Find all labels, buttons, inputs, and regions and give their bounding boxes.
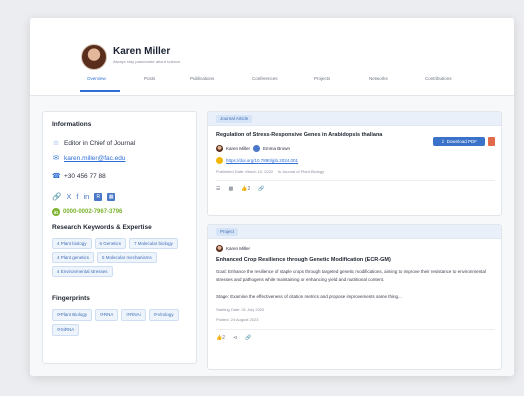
project-author: Karen Miller xyxy=(216,245,250,252)
author-name[interactable]: Emma Brown xyxy=(263,146,290,151)
x-icon[interactable]: X xyxy=(66,192,71,201)
fingerprint-label: RNAi xyxy=(130,312,141,317)
keyword-chips: 4 Plant biology 6 Genetics 7 Molecular b… xyxy=(52,238,192,277)
journal-name: In Journal of Plant Biology xyxy=(277,169,325,174)
orcid-row[interactable]: iD 0000-0002-7967-3796 xyxy=(52,208,122,216)
project-type-badge: Project xyxy=(216,227,239,236)
keywords-title: Research Keywords & Expertise xyxy=(52,224,152,231)
facebook-icon[interactable]: f xyxy=(76,192,78,201)
pdf-icon[interactable] xyxy=(488,137,495,146)
orcid-id[interactable]: 0000-0002-7967-3796 xyxy=(63,209,122,215)
divider xyxy=(216,329,495,330)
info-title: Informations xyxy=(52,121,92,128)
researchgate-icon[interactable]: R xyxy=(94,192,103,201)
email-row: ✉ karen.miller@fac.edu xyxy=(52,153,126,163)
profile-tagline: Always stay passionate about science. xyxy=(113,59,182,64)
fingerprint-chips: ⟳Plant Biology ⟳RNA ⟳RNAi ⟳Virology ⟳SiR… xyxy=(52,309,192,336)
divider xyxy=(216,180,495,181)
tab-publications[interactable]: Publications xyxy=(190,76,214,81)
author-name[interactable]: Karen Miller xyxy=(226,146,250,151)
article-title[interactable]: Regulation of Stress-Responsive Genes in… xyxy=(216,132,382,138)
tab-posts[interactable]: Posts xyxy=(144,76,155,81)
fingerprint-label: SiRNA xyxy=(60,327,75,332)
article-card: Journal Article Regulation of Stress-Res… xyxy=(207,111,502,216)
keyword-chip[interactable]: 7 Molecular biology xyxy=(129,238,178,249)
phone-text: +30 456 77 88 xyxy=(64,172,106,180)
role-row: ☆ Editor in Chief of Journal xyxy=(52,138,135,148)
profile-page: Karen Miller Always stay passionate abou… xyxy=(30,18,514,376)
published-date: Published Date: March 10, 2022 xyxy=(216,169,274,174)
share-icon[interactable]: ⊲ xyxy=(233,335,237,341)
fingerprint-label: Plant Biology xyxy=(60,312,88,317)
author-avatar xyxy=(216,245,223,252)
project-stage: Stage: Examine the effectiveness of cita… xyxy=(216,294,402,299)
author-avatar xyxy=(253,145,261,152)
project-title[interactable]: Enhanced Crop Resilience through Genetic… xyxy=(216,257,391,263)
fingerprint-label: Virology xyxy=(157,312,174,317)
profile-name: Karen Miller xyxy=(113,46,171,57)
doi-row: https://doi.org/10.7890/jpb.2024.001 xyxy=(216,157,298,164)
tab-overview[interactable]: Overview xyxy=(87,76,106,81)
orcid-icon: iD xyxy=(52,208,60,216)
keyword-chip[interactable]: 5 Molecular mechanisms xyxy=(97,252,157,263)
article-actions: ☰ ▩ 👍2 🔗 xyxy=(216,186,264,192)
active-tab-indicator xyxy=(80,90,120,92)
article-meta: Published Date: March 10, 2022 In Journa… xyxy=(216,169,324,174)
download-icon: ⇩ xyxy=(440,138,445,144)
project-card-header: Project xyxy=(208,225,501,239)
tab-conferences[interactable]: Conferences xyxy=(252,76,278,81)
keyword-chip[interactable]: 4 Environmental stresses xyxy=(52,266,113,277)
project-goal: Goal: Enhance the resilience of staple c… xyxy=(216,269,486,282)
doi-icon xyxy=(216,157,223,164)
link-icon[interactable]: 🔗 xyxy=(258,186,264,192)
chart-icon[interactable]: ▩ xyxy=(228,186,233,192)
tab-contributions[interactable]: Contributions xyxy=(425,76,452,81)
project-starting-date: Starting Date: 01 July 2020 xyxy=(216,307,265,312)
article-card-header: Journal Article xyxy=(208,112,501,126)
share-icon[interactable]: 🔗 xyxy=(52,192,61,201)
link-icon[interactable]: 🔗 xyxy=(245,335,251,341)
tab-networks[interactable]: Networks xyxy=(369,76,388,81)
keyword-chip[interactable]: 4 Plant biology xyxy=(52,238,92,249)
doi-link[interactable]: https://doi.org/10.7890/jpb.2024.001 xyxy=(226,158,298,163)
list-icon[interactable]: ☰ xyxy=(216,186,220,192)
linkedin-icon[interactable]: in xyxy=(83,192,89,201)
social-links: 🔗 X f in R ▦ xyxy=(52,192,116,201)
download-label: Download PDF xyxy=(446,139,478,144)
article-type-badge: Journal Article xyxy=(216,114,253,123)
tab-projects[interactable]: Projects xyxy=(314,76,330,81)
scholar-icon[interactable]: ▦ xyxy=(107,192,116,201)
like-button[interactable]: 👍2 xyxy=(216,335,225,341)
fingerprint-chip[interactable]: ⟳Virology xyxy=(148,309,179,321)
keyword-chip[interactable]: 6 Genetics xyxy=(94,238,127,249)
project-actions: 👍2 ⊲ 🔗 xyxy=(216,335,251,341)
project-posted-date: Posted: 24 August 2023 xyxy=(216,317,259,322)
phone-row: ☎ +30 456 77 88 xyxy=(52,171,106,181)
fingerprint-chip[interactable]: ⟳Plant Biology xyxy=(52,309,93,321)
phone-icon: ☎ xyxy=(52,173,61,180)
mail-icon: ✉ xyxy=(53,155,59,162)
like-count: 2 xyxy=(222,335,226,341)
avatar[interactable] xyxy=(81,44,107,70)
trophy-icon: ☆ xyxy=(52,140,60,147)
role-text: Editor in Chief of Journal xyxy=(64,139,136,147)
profile-header: Karen Miller Always stay passionate abou… xyxy=(30,18,514,96)
fingerprints-title: Fingerprints xyxy=(52,295,90,302)
author-avatar xyxy=(216,145,223,152)
fingerprint-chip[interactable]: ⟳RNA xyxy=(95,309,119,321)
profile-tabs: Overview Posts Publications Conferences … xyxy=(30,76,514,90)
keyword-chip[interactable]: 4 Plant genetics xyxy=(52,252,95,263)
download-pdf-button[interactable]: ⇩ Download PDF xyxy=(433,137,485,146)
article-authors: Karen Miller Emma Brown xyxy=(216,145,290,152)
info-card: Informations ☆ Editor in Chief of Journa… xyxy=(42,111,197,364)
email-link[interactable]: karen.miller@fac.edu xyxy=(64,155,126,162)
fingerprint-chip[interactable]: ⟳RNAi xyxy=(121,309,146,321)
like-button[interactable]: 👍2 xyxy=(241,186,250,192)
fingerprint-label: RNA xyxy=(103,312,114,317)
project-card: Project Karen Miller Enhanced Crop Resil… xyxy=(207,224,502,370)
author-name[interactable]: Karen Miller xyxy=(226,246,250,251)
fingerprint-chip[interactable]: ⟳SiRNA xyxy=(52,324,80,336)
like-count: 2 xyxy=(247,186,251,192)
